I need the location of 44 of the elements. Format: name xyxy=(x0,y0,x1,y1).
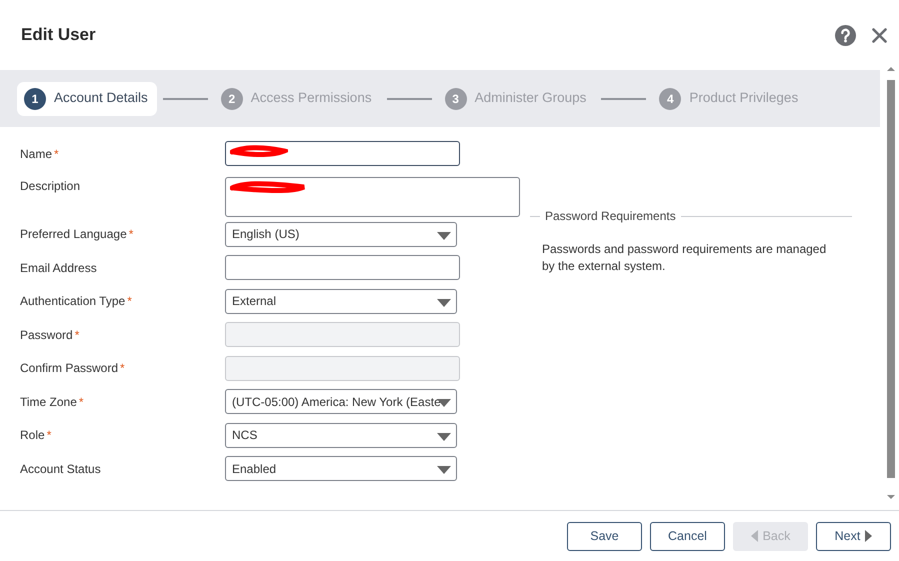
required-mark: * xyxy=(54,146,59,161)
panel-text: Passwords and password requirements are managed by the external system. xyxy=(541,241,828,276)
required-mark: * xyxy=(46,428,52,442)
caret-icon xyxy=(437,432,451,441)
field-label: Authentication Type xyxy=(20,294,126,308)
dropdown-field[interactable]: External xyxy=(225,288,457,314)
input-field[interactable] xyxy=(225,255,460,280)
field-label: Description xyxy=(20,178,80,192)
caret-icon xyxy=(437,466,451,474)
caret-icon xyxy=(437,298,451,307)
field-label: Password xyxy=(20,328,73,342)
step-number: 1 xyxy=(24,88,46,110)
required-mark: * xyxy=(74,328,80,342)
footer-button[interactable]: Cancel xyxy=(650,522,725,550)
caret-icon xyxy=(437,232,451,240)
help-icon[interactable] xyxy=(835,24,856,46)
panel-title: Password Requirements xyxy=(544,208,677,225)
dropdown-field[interactable]: NCS xyxy=(225,422,457,448)
field-label: Time Zone xyxy=(20,394,77,409)
required-mark: * xyxy=(120,361,125,376)
step-number: 2 xyxy=(220,88,243,110)
field-label: Preferred Language xyxy=(20,227,127,242)
required-mark: * xyxy=(127,294,132,308)
dialog-title: Edit User xyxy=(21,24,96,46)
close-icon[interactable] xyxy=(872,28,887,42)
input-field[interactable] xyxy=(225,141,460,166)
field-label: Role xyxy=(20,428,45,442)
footer-button[interactable]: Save xyxy=(567,522,642,550)
field-label: Confirm Password xyxy=(20,361,118,376)
required-mark: * xyxy=(128,227,134,242)
left-triangle-icon xyxy=(750,530,758,542)
dropdown-field[interactable]: English (US) xyxy=(225,222,457,247)
step-number: 3 xyxy=(444,88,467,110)
right-triangle-icon xyxy=(865,530,872,542)
field-label: Account Status xyxy=(20,462,101,476)
dropdown-field[interactable]: Enabled xyxy=(225,456,457,482)
text-area[interactable] xyxy=(225,176,520,216)
next-button[interactable]: Next xyxy=(816,522,891,550)
step-number: 4 xyxy=(659,88,682,110)
step-tab[interactable]: 1 Account Details xyxy=(17,82,157,116)
field-label: Email Address xyxy=(20,260,97,275)
required-mark: * xyxy=(78,394,84,409)
dropdown-field[interactable]: (UTC-05:00) America: New York (Easte xyxy=(225,389,457,414)
field-label: Name xyxy=(20,146,52,161)
